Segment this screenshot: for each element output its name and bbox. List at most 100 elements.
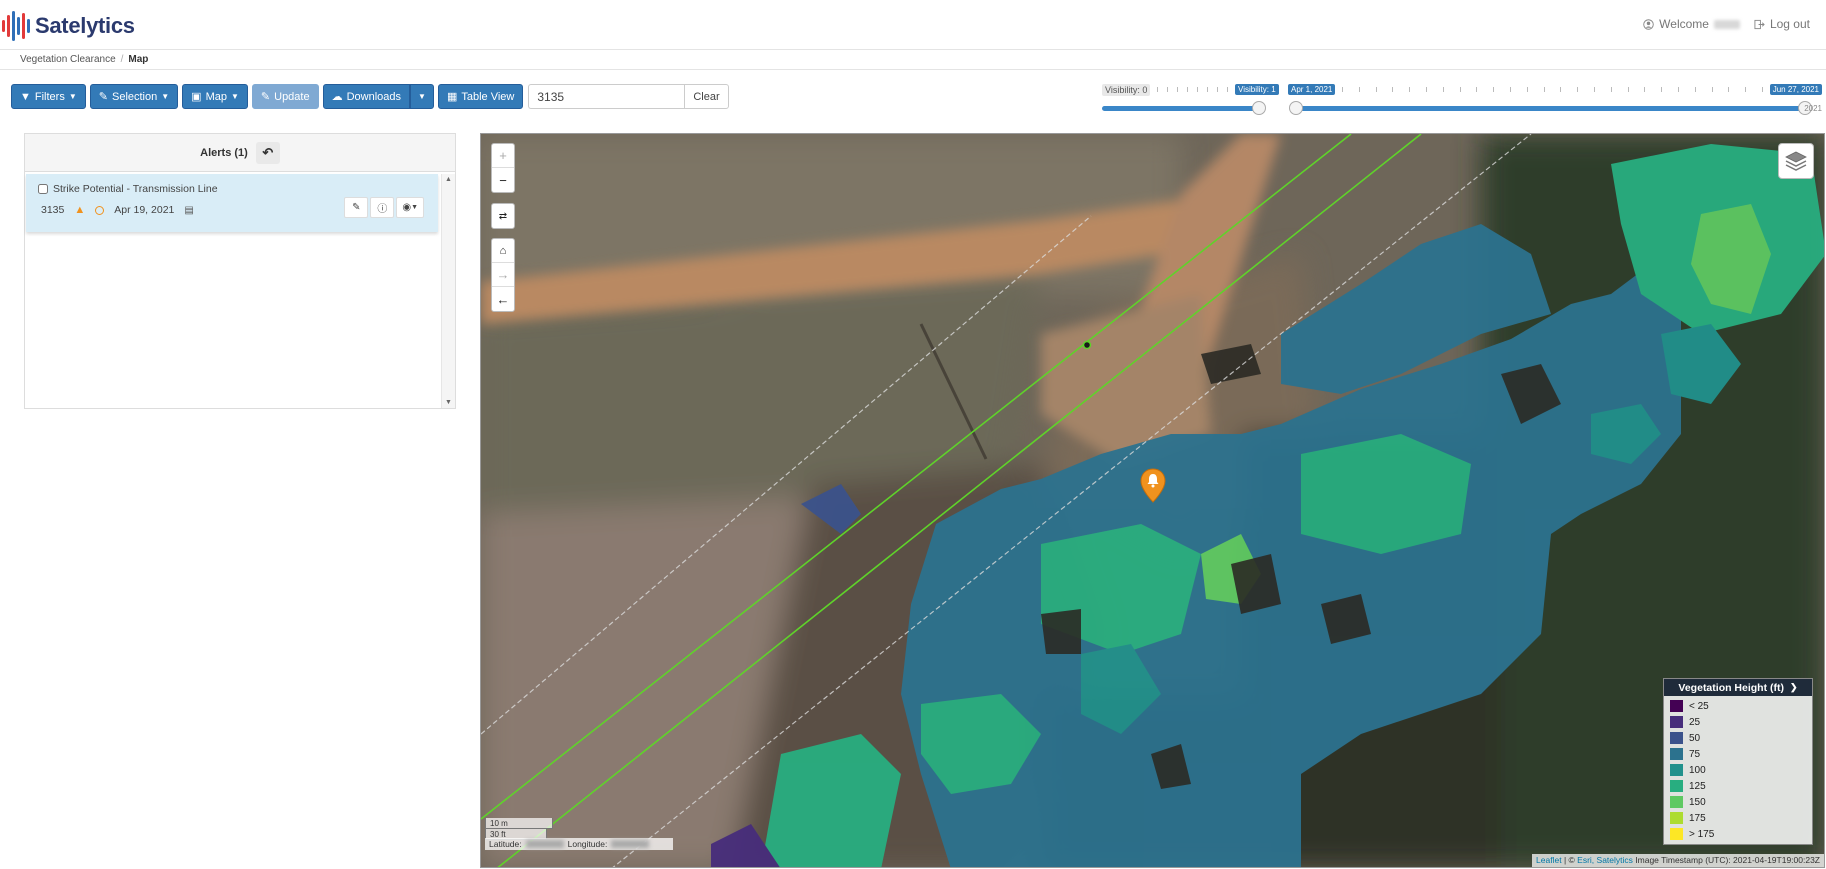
app-header: Satelytics Welcome Log out	[0, 0, 1826, 50]
slider-tick	[1493, 87, 1494, 92]
scroll-up-icon[interactable]: ▲	[445, 176, 452, 183]
downloads-dropdown-toggle[interactable]: ▼	[410, 84, 434, 109]
alert-view-dropdown[interactable]: ◉ ▼	[396, 197, 424, 218]
slider-tick	[1157, 87, 1158, 92]
breadcrumb-item-vegetation-clearance[interactable]: Vegetation Clearance	[20, 54, 116, 65]
alerts-panel: Alerts (1) ↶ Strike Potential - Transmis…	[24, 133, 456, 409]
time-visibility-sliders: Visibility: 0 Visibility: 1 Apr 1, 2021 …	[1102, 82, 1822, 118]
tower-point-icon[interactable]	[1081, 339, 1093, 351]
slider-tick	[1476, 87, 1477, 92]
cloud-download-icon: ☁	[331, 91, 343, 103]
legend-swatch	[1670, 700, 1683, 712]
date-ticks	[1342, 87, 1763, 97]
table-view-label: Table View	[461, 90, 515, 103]
leaflet-link[interactable]: Leaflet	[1536, 855, 1562, 865]
slider-tick	[1207, 87, 1208, 92]
welcome-user[interactable]: Welcome	[1643, 17, 1740, 31]
legend-swatch	[1670, 764, 1683, 776]
selection-button[interactable]: ✎ Selection ▼	[89, 84, 179, 109]
visibility-slider-handle[interactable]	[1252, 101, 1266, 115]
map-view[interactable]: + − ⇄ ⌂ → ← Vegetation Height (ft) ❯ < 2…	[480, 133, 1825, 868]
legend-swatch	[1670, 748, 1683, 760]
alerts-scrollbar[interactable]: ▲ ▼	[441, 174, 455, 408]
slider-tick	[1177, 87, 1178, 92]
filters-button[interactable]: ▼ Filters ▼	[11, 84, 86, 109]
slider-tick	[1426, 87, 1427, 92]
table-view-button[interactable]: ▦ Table View	[437, 84, 524, 109]
zoom-out-button[interactable]: −	[492, 168, 514, 192]
scroll-down-icon[interactable]: ▼	[445, 399, 452, 406]
logo-text: Satelytics	[35, 13, 135, 38]
alert-id: 3135	[41, 204, 65, 216]
alert-marker-icon[interactable]	[1139, 468, 1167, 504]
slider-tick	[1762, 87, 1763, 92]
header-divider	[0, 49, 1826, 50]
alerts-title: Alerts (1)	[200, 146, 248, 159]
app-logo[interactable]: Satelytics	[2, 6, 135, 46]
latitude-label: Latitude:	[489, 839, 522, 849]
scale-bar-metric: 10 m	[485, 818, 553, 829]
plus-icon: +	[499, 148, 507, 163]
visibility-slider-track[interactable]	[1102, 106, 1260, 111]
breadcrumb-separator: /	[120, 54, 124, 65]
logout-link[interactable]: Log out	[1754, 17, 1810, 31]
legend-label: 125	[1689, 780, 1706, 792]
esri-link[interactable]: Esri,	[1577, 855, 1594, 865]
chevron-down-icon: ▼	[411, 204, 418, 211]
slider-tick	[1712, 87, 1713, 92]
slider-tick	[1443, 87, 1444, 92]
slider-tick	[1197, 87, 1198, 92]
alert-row[interactable]: Strike Potential - Transmission Line 313…	[26, 174, 438, 232]
date-range-start-handle[interactable]	[1289, 101, 1303, 115]
navigation-control: ⌂ → ←	[491, 238, 515, 312]
downloads-button[interactable]: ☁ Downloads	[322, 84, 411, 109]
visibility-min-label: Visibility: 0	[1102, 84, 1151, 96]
legend-item: 125	[1670, 778, 1806, 794]
search-input[interactable]	[528, 84, 685, 109]
forward-button[interactable]: →	[492, 263, 514, 287]
legend-item: > 175	[1670, 826, 1806, 842]
latitude-value-redacted	[525, 840, 564, 848]
slider-tick	[1187, 87, 1188, 92]
map-button[interactable]: ▣ Map ▼	[182, 84, 248, 109]
attribution-separator: | ©	[1563, 855, 1575, 865]
legend-label: < 25	[1689, 700, 1709, 712]
legend-label: 175	[1689, 812, 1706, 824]
undo-button[interactable]: ↶	[255, 141, 280, 164]
back-button[interactable]: ←	[492, 287, 514, 311]
legend-item: 25	[1670, 714, 1806, 730]
alert-actions: ✎ ⓘ ◉ ▼	[344, 197, 424, 218]
update-button[interactable]: ✎ Update	[251, 84, 319, 109]
date-end-label: Jun 27, 2021	[1769, 84, 1822, 95]
alerts-header: Alerts (1) ↶	[25, 134, 455, 172]
legend-swatch	[1670, 780, 1683, 792]
satelytics-link[interactable]: Satelytics	[1597, 855, 1633, 865]
legend-label: 25	[1689, 716, 1701, 728]
logout-icon	[1754, 19, 1765, 29]
clear-button[interactable]: Clear	[684, 84, 729, 109]
pencil-icon: ✎	[260, 91, 271, 103]
chevron-down-icon: ❯	[1790, 682, 1798, 692]
legend-swatch	[1670, 732, 1683, 744]
slider-tick	[1376, 87, 1377, 92]
logo-bars-icon	[2, 11, 30, 41]
document-icon[interactable]: ▤	[184, 205, 193, 216]
home-button[interactable]: ⌂	[492, 239, 514, 263]
edit-alert-button[interactable]: ✎	[344, 197, 369, 218]
breadcrumb-item-map: Map	[128, 54, 149, 65]
date-range-slider-track[interactable]	[1295, 106, 1808, 111]
alert-title: Strike Potential - Transmission Line	[53, 183, 218, 195]
alert-info-button[interactable]: ⓘ	[370, 197, 395, 218]
legend-label: 100	[1689, 764, 1706, 776]
layers-button[interactable]	[1778, 143, 1814, 179]
slider-tick	[1227, 87, 1228, 92]
legend-item: 100	[1670, 762, 1806, 778]
legend-header[interactable]: Vegetation Height (ft) ❯	[1664, 679, 1812, 696]
filters-label: Filters	[34, 90, 65, 103]
measure-button[interactable]: ⇄	[492, 204, 514, 228]
zoom-in-button[interactable]: +	[492, 144, 514, 168]
ruler-icon: ⇄	[498, 210, 508, 222]
slider-tick	[1728, 87, 1729, 92]
alert-checkbox[interactable]	[38, 184, 48, 194]
chevron-down-icon: ▼	[418, 92, 426, 101]
